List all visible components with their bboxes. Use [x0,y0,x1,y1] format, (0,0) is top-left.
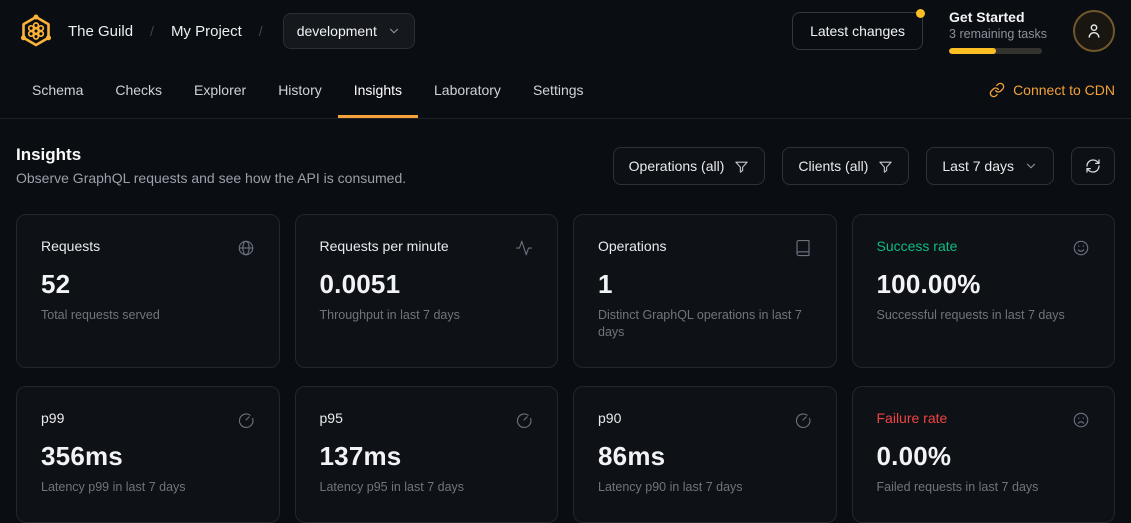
card-value: 52 [41,269,255,300]
get-started-title: Get Started [949,9,1047,25]
connect-to-cdn-label: Connect to CDN [1013,82,1115,98]
globe-icon [237,239,255,257]
card-description: Failed requests in last 7 days [877,479,1091,496]
page-title: Insights [16,145,406,165]
app-header: The Guild / My Project / development Lat… [0,0,1131,62]
get-started-progress-fill [949,48,996,54]
card-value: 0.00% [877,441,1091,472]
person-icon [1084,21,1104,41]
tab-settings[interactable]: Settings [517,62,600,118]
notification-dot [916,9,925,18]
target-selector-value: development [297,23,377,39]
book-icon [794,239,812,257]
card-description: Distinct GraphQL operations in last 7 da… [598,307,812,341]
stat-card-failure-rate: Failure rate 0.00% Failed requests in la… [852,386,1116,523]
get-started-widget[interactable]: Get Started 3 remaining tasks [949,9,1047,54]
frown-icon [1072,411,1090,429]
tab-laboratory[interactable]: Laboratory [418,62,517,118]
card-value: 100.00% [877,269,1091,300]
card-label: Requests [41,238,100,254]
link-icon [989,82,1005,98]
card-description: Throughput in last 7 days [320,307,534,324]
card-value: 0.0051 [320,269,534,300]
insights-page: Insights Observe GraphQL requests and se… [0,119,1131,523]
target-selector[interactable]: development [283,13,415,49]
card-description: Latency p90 in last 7 days [598,479,812,496]
card-description: Total requests served [41,307,255,324]
breadcrumb-separator: / [150,23,154,39]
card-value: 86ms [598,441,812,472]
card-description: Latency p99 in last 7 days [41,479,255,496]
chevron-down-icon [1024,159,1038,173]
period-select-button[interactable]: Last 7 days [926,147,1054,185]
card-value: 1 [598,269,812,300]
filter-funnel-icon [734,159,749,174]
page-subtitle: Observe GraphQL requests and see how the… [16,170,406,186]
tab-list: Schema Checks Explorer History Insights … [16,62,600,118]
breadcrumb-project[interactable]: My Project [171,23,242,40]
gauge-icon [794,411,812,429]
breadcrumb: The Guild / My Project / development [68,13,415,49]
clients-filter-button[interactable]: Clients (all) [782,147,909,185]
stat-card-requests: Requests 52 Total requests served [16,214,280,368]
card-description: Successful requests in last 7 days [877,307,1091,324]
filter-bar: Operations (all) Clients (all) Last 7 da… [613,147,1115,185]
refresh-button[interactable] [1071,147,1115,185]
tab-checks[interactable]: Checks [99,62,178,118]
card-label: Operations [598,238,666,254]
stat-card-rpm: Requests per minute 0.0051 Throughput in… [295,214,559,368]
smile-icon [1072,239,1090,257]
stat-card-p90: p90 86ms Latency p90 in last 7 days [573,386,837,523]
card-value: 137ms [320,441,534,472]
stat-card-p99: p99 356ms Latency p99 in last 7 days [16,386,280,523]
main-nav: Schema Checks Explorer History Insights … [0,62,1131,119]
card-label: p90 [598,410,621,426]
card-label: Requests per minute [320,238,449,254]
gauge-icon [237,411,255,429]
user-avatar[interactable] [1073,10,1115,52]
tab-explorer[interactable]: Explorer [178,62,262,118]
connect-to-cdn-link[interactable]: Connect to CDN [989,62,1115,118]
tab-insights[interactable]: Insights [338,62,418,118]
stat-card-success-rate: Success rate 100.00% Successful requests… [852,214,1116,368]
tab-schema[interactable]: Schema [16,62,99,118]
card-label: Failure rate [877,410,948,426]
stat-card-p95: p95 137ms Latency p95 in last 7 days [295,386,559,523]
filter-funnel-icon [878,159,893,174]
refresh-icon [1085,158,1101,174]
get-started-progress-bar [949,48,1042,54]
card-label: p99 [41,410,64,426]
chevron-down-icon [387,24,401,38]
latest-changes-button[interactable]: Latest changes [792,12,923,50]
card-value: 356ms [41,441,255,472]
hive-logo-icon[interactable] [16,11,56,51]
breadcrumb-separator: / [259,23,263,39]
stat-cards-grid: Requests 52 Total requests served Reques… [16,214,1115,523]
gauge-icon [515,411,533,429]
stat-card-operations: Operations 1 Distinct GraphQL operations… [573,214,837,368]
card-description: Latency p95 in last 7 days [320,479,534,496]
card-label: Success rate [877,238,958,254]
breadcrumb-org[interactable]: The Guild [68,23,133,40]
operations-filter-button[interactable]: Operations (all) [613,147,766,185]
card-label: p95 [320,410,343,426]
activity-icon [515,239,533,257]
tab-history[interactable]: History [262,62,338,118]
get-started-subtitle: 3 remaining tasks [949,27,1047,41]
